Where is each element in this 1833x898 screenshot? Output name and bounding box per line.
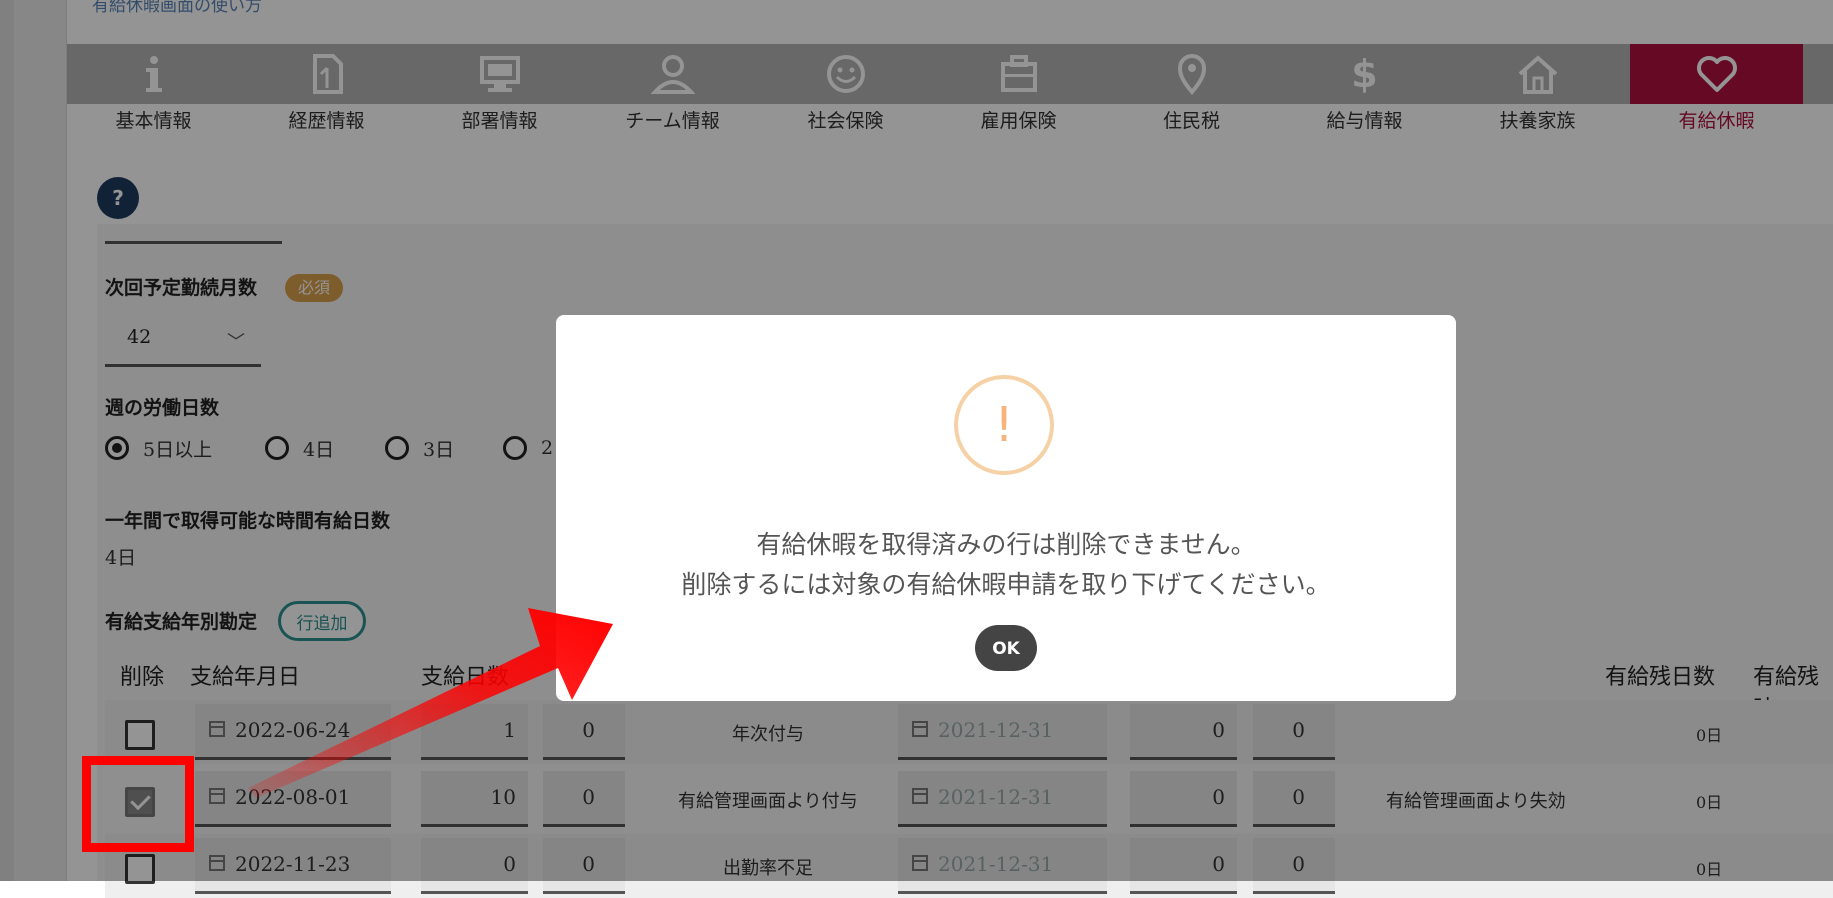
annotation-highlight-box [82, 756, 194, 852]
annotation-arrow [248, 608, 613, 798]
